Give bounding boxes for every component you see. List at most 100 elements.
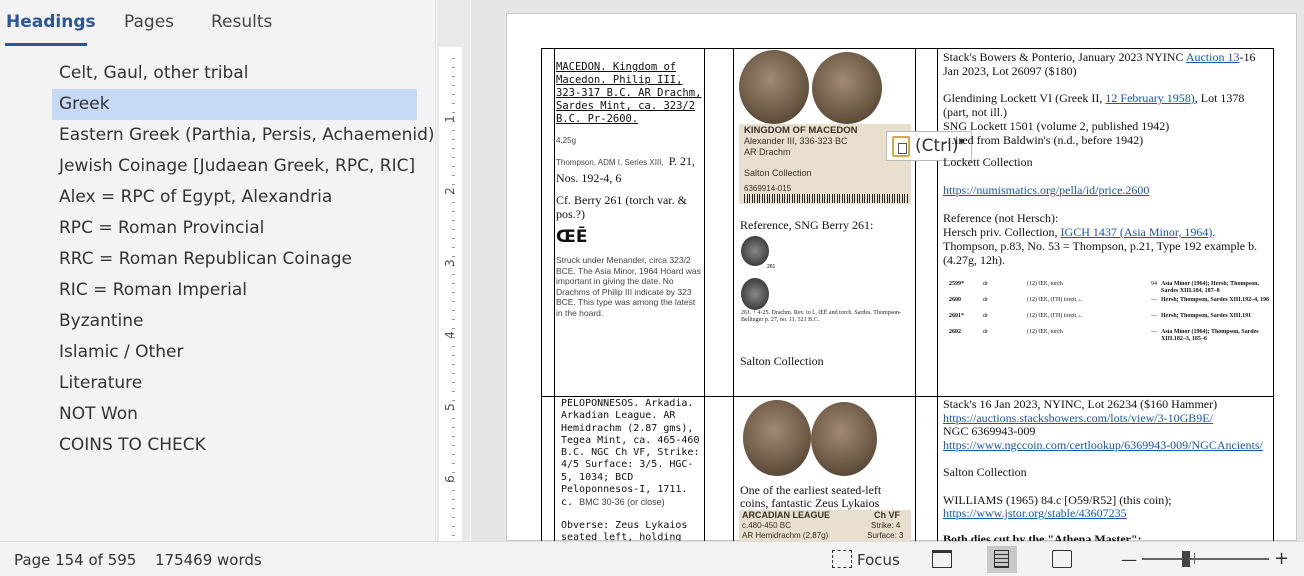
heading-item-celt[interactable]: Celt, Gaul, other tribal <box>52 58 417 89</box>
focus-icon <box>832 550 852 568</box>
ruler-tick <box>452 103 455 104</box>
status-bar: Page 154 of 595 175469 words Focus — + <box>0 541 1304 576</box>
table-border <box>915 48 916 541</box>
table-border <box>541 48 1274 49</box>
print-layout-icon[interactable] <box>994 550 1009 568</box>
ruler-number: 2 <box>442 187 457 195</box>
ruler-tick <box>452 346 455 347</box>
page-count[interactable]: Page 154 of 595 <box>14 551 136 569</box>
heading-item-jewish-coinage[interactable]: Jewish Coinage [Judaean Greek, RPC, RIC] <box>52 151 417 182</box>
acquired-line: …ired from Baldwin's (n.d., before 1942) <box>943 133 1144 147</box>
stacks-link[interactable]: https://auctions.stacksbowers.com/lots/v… <box>943 411 1271 426</box>
igch-link[interactable]: IGCH 1437 (Asia Minor, 1964) <box>1061 225 1213 239</box>
tab-pages[interactable]: Pages <box>124 12 174 32</box>
heading-item-byzantine[interactable]: Byzantine <box>52 306 417 337</box>
active-tab-indicator <box>5 43 87 46</box>
ruler-tick <box>452 508 455 509</box>
ruler-tick <box>452 220 455 221</box>
zoom-out-button[interactable]: — <box>1121 550 1137 569</box>
ruler-tick <box>452 427 455 428</box>
ruler-tick <box>452 130 455 131</box>
row2-image-cell[interactable]: One of the earliest seated-left coins, f… <box>737 398 913 541</box>
heading-item-coins-to-check[interactable]: COINS TO CHECK <box>52 430 417 461</box>
catalog-cell: 2602 <box>949 329 961 335</box>
ruler-tick <box>452 157 455 158</box>
heading-item-greek[interactable]: Greek <box>52 89 417 120</box>
heading-item-literature[interactable]: Literature <box>52 368 417 399</box>
table-border <box>541 48 542 541</box>
auction-link[interactable]: Auction 13 <box>1186 50 1240 64</box>
heading-item-ric[interactable]: RIC = Roman Imperial <box>52 275 417 306</box>
barcode <box>744 194 908 203</box>
ruler-tick <box>452 319 455 320</box>
row1-description-cell[interactable]: MACEDON. Kingdom of Macedon. Philip III,… <box>556 61 702 394</box>
word-count[interactable]: 175469 words <box>155 551 262 569</box>
ruler-tick <box>452 499 455 500</box>
heading-item-eastern-greek[interactable]: Eastern Greek (Parthia, Persis, Achaemen… <box>52 120 435 151</box>
coin-reverse-image <box>812 52 882 124</box>
coin-obverse-image <box>743 400 811 476</box>
heading-item-islamic[interactable]: Islamic / Other <box>52 337 417 368</box>
ngc-slab-label: ARCADIAN LEAGUE Ch VF c.480-450 BC Strik… <box>739 510 911 541</box>
heading-item-rpc[interactable]: RPC = Roman Provincial <box>52 213 417 244</box>
monogram-glyph: ŒĒ <box>556 227 588 247</box>
zoom-in-button[interactable]: + <box>1274 548 1289 569</box>
c-label: c. <box>561 497 574 509</box>
zoom-slider-track[interactable] <box>1142 558 1269 560</box>
ruler-tick <box>452 400 455 401</box>
tab-headings[interactable]: Headings <box>6 12 96 32</box>
catalog-cell: 2600 <box>949 297 961 303</box>
heading-item-alex[interactable]: Alex = RPC of Egypt, Alexandria <box>52 182 417 213</box>
row1-provenance-cell[interactable]: Stack's Bowers & Ponterio, January 2023 … <box>943 50 1271 395</box>
ruler-tick <box>452 58 455 59</box>
focus-button[interactable]: Focus <box>857 551 900 569</box>
pella-link[interactable]: https://numismatics.org/pella/id/price.2… <box>943 183 1271 197</box>
catalog-cell: 2599* <box>949 281 964 287</box>
table-border <box>733 48 734 541</box>
ruler-number: 1 <box>442 115 457 123</box>
slab-title: ARCADIAN LEAGUE <box>742 510 831 520</box>
ruler-tick <box>452 535 455 536</box>
row2-description-cell[interactable]: PELOPONNESOS. Arkadia. Arkadian League. … <box>561 398 702 541</box>
ruler-tick <box>452 256 455 257</box>
zoom-slider-thumb[interactable] <box>1182 551 1191 567</box>
row1-image-cell[interactable]: KINGDOM OF MACEDON Alexander III, 336-32… <box>737 50 913 395</box>
ruler-tick <box>452 418 455 419</box>
glendining-date-link[interactable]: 12 February 1958) <box>1105 91 1194 105</box>
heading-item-rrc[interactable]: RRC = Roman Republican Coinage <box>52 244 417 275</box>
ngc-link[interactable]: https://www.ngccoin.com/certlookup/63699… <box>943 438 1271 453</box>
web-layout-icon[interactable] <box>1052 550 1072 568</box>
coin-title: MACEDON. Kingdom of Macedon. Philip III,… <box>556 61 702 125</box>
zoom-slider-center-mark <box>1194 553 1195 564</box>
catalog-cell: Hersh; Thompson, Sardes XIII.192–4, 196 <box>1161 297 1270 303</box>
ruler-tick <box>452 211 455 212</box>
tab-results[interactable]: Results <box>211 12 272 32</box>
slab-line1: Alexander III, 336-323 BC <box>744 136 848 146</box>
stacks-line: Stack's 16 Jan 2023, NYINC, Lot 26234 ($… <box>943 398 1218 411</box>
slab-id: 6369914-015 <box>744 184 792 193</box>
table-border <box>704 48 705 541</box>
ruler-tick <box>452 373 455 374</box>
heading-item-not-won[interactable]: NOT Won <box>52 399 417 430</box>
ruler-tick <box>452 274 455 275</box>
salton-collection: Salton Collection <box>740 354 824 368</box>
ruler-tick <box>452 247 455 248</box>
catalog-row: 2602 dr (12) ŒĒ, torch — Asia Minor (1964); … <box>943 329 1271 345</box>
row2-provenance-cell[interactable]: Stack's 16 Jan 2023, NYINC, Lot 26234 ($… <box>943 398 1271 541</box>
reference-small: Thompson, ADM I, Series XIII, <box>556 158 664 167</box>
catalog-cell: (12) ŒĒ, (ΓΗ) torch ← <box>1027 313 1084 319</box>
sng-line: SNG Lockett 1501 (volume 2, published 19… <box>943 119 1170 133</box>
ruler-tick <box>452 463 455 464</box>
slab-line2: AR Hemidrachm (2.87g) <box>742 531 829 540</box>
coin-obverse-image <box>739 50 809 124</box>
ruler-tick <box>452 112 455 113</box>
ruler-tick <box>452 382 455 383</box>
thompson-line: Thompson, p.83, No. 53 = Thompson, p.21,… <box>943 239 1258 267</box>
jstor-link[interactable]: https://www.jstor.org/stable/43607235 <box>943 506 1271 521</box>
slab-strike: Strike: 4 <box>871 521 901 530</box>
catalog-cell: (12) ŒĒ, torch <box>1027 281 1063 287</box>
read-mode-icon[interactable] <box>932 550 952 568</box>
hersch-text: Hersch priv. Collection, <box>943 225 1058 239</box>
ruler-tick <box>452 310 455 311</box>
hersch-line: Hersch priv. Collection, IGCH 1437 (Asia… <box>943 225 1216 239</box>
